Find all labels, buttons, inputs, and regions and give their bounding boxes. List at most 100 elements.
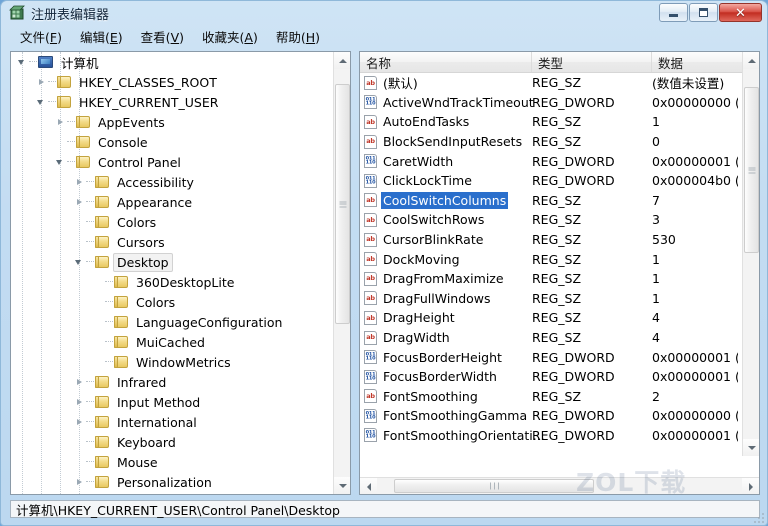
tree-item-appevents[interactable]: AppEvents: [11, 112, 333, 132]
tree-item-[interactable]: 计算机: [11, 52, 333, 72]
tree-vertical-scrollbar[interactable]: [333, 52, 350, 494]
menu-item-a[interactable]: 收藏夹(A): [193, 25, 267, 48]
tree-item-colors[interactable]: Colors: [11, 292, 333, 312]
tree-scroll-down-button[interactable]: [334, 477, 351, 494]
table-row[interactable]: abDockMovingREG_SZ1: [360, 249, 738, 269]
registry-values-list[interactable]: ab(默认)REG_SZ(数值未设置)011110ActiveWndTrackT…: [360, 73, 738, 473]
cell-type: REG_DWORD: [532, 151, 615, 171]
chevron-right-icon[interactable]: [55, 117, 66, 128]
tree-item-international[interactable]: International: [11, 412, 333, 432]
list-vertical-scrollbar[interactable]: [742, 52, 759, 456]
tree-item-accessibility[interactable]: Accessibility: [11, 172, 333, 192]
chevron-down-icon[interactable]: [17, 57, 28, 68]
tree-item-label: Cursors: [113, 233, 169, 252]
table-row[interactable]: abDragFullWindowsREG_SZ1: [360, 289, 738, 309]
table-row[interactable]: abCoolSwitchRowsREG_SZ3: [360, 210, 738, 230]
tree-item-label: Desktop: [113, 253, 173, 272]
table-row[interactable]: abFontSmoothingREG_SZ2: [360, 387, 738, 407]
chevron-down-icon[interactable]: [36, 97, 47, 108]
table-row[interactable]: 011110FontSmoothingGammaREG_DWORD0x00000…: [360, 406, 738, 426]
cell-name: 011110CaretWidth: [364, 151, 455, 171]
tree-item-input-method[interactable]: Input Method: [11, 392, 333, 412]
table-row[interactable]: abCursorBlinkRateREG_SZ530: [360, 230, 738, 250]
table-row[interactable]: abAutoEndTasksREG_SZ1: [360, 112, 738, 132]
table-row[interactable]: 011110ClickLockTimeREG_DWORD0x000004b0 (…: [360, 171, 738, 191]
list-scroll-left-button[interactable]: [360, 478, 377, 495]
tree-scroll-up-button[interactable]: [334, 52, 351, 69]
tree-scrollbar-thumb[interactable]: [335, 84, 350, 324]
tree-item-colors[interactable]: Colors: [11, 212, 333, 232]
maximize-button[interactable]: [689, 3, 718, 22]
list-scroll-right-button[interactable]: [742, 478, 759, 495]
tree-item-infrared[interactable]: Infrared: [11, 372, 333, 392]
chevron-right-icon[interactable]: [36, 77, 47, 88]
minimize-button[interactable]: [659, 3, 688, 22]
tree-item-control-panel[interactable]: Control Panel: [11, 152, 333, 172]
tree-spacer: [55, 137, 66, 148]
close-button[interactable]: ✕: [719, 3, 762, 22]
chevron-right-icon[interactable]: [74, 397, 85, 408]
tree-connector: [105, 301, 113, 303]
table-row[interactable]: abCoolSwitchColumnsREG_SZ7: [360, 191, 738, 211]
tree-item-desktop[interactable]: Desktop: [11, 252, 333, 272]
table-row[interactable]: ab(默认)REG_SZ(数值未设置): [360, 73, 738, 93]
tree-item-cursors[interactable]: Cursors: [11, 232, 333, 252]
tree-item-keyboard[interactable]: Keyboard: [11, 432, 333, 452]
reg-sz-icon: ab: [364, 252, 377, 266]
tree-connector: [105, 321, 113, 323]
table-row[interactable]: abDragWidthREG_SZ4: [360, 328, 738, 348]
status-path-text: 计算机\HKEY_CURRENT_USER\Control Panel\Desk…: [16, 500, 340, 519]
cell-data: 3: [652, 210, 660, 230]
tree-item-mouse[interactable]: Mouse: [11, 452, 333, 472]
chevron-down-icon[interactable]: [74, 257, 85, 268]
list-scroll-down-button[interactable]: [743, 439, 760, 456]
window-title: 注册表编辑器: [31, 4, 109, 23]
tree-item-personalization[interactable]: Personalization: [11, 472, 333, 492]
chevron-right-icon[interactable]: [74, 477, 85, 488]
table-row[interactable]: abDragHeightREG_SZ4: [360, 308, 738, 328]
tree-item-hkey-classes-root[interactable]: HKEY_CLASSES_ROOT: [11, 72, 333, 92]
menu-item-h[interactable]: 帮助(H): [267, 25, 329, 48]
table-row[interactable]: abBlockSendInputResetsREG_SZ0: [360, 132, 738, 152]
table-row[interactable]: 011110ActiveWndTrackTimeoutREG_DWORD0x00…: [360, 93, 738, 113]
chevron-right-icon[interactable]: [74, 197, 85, 208]
tree-item-languageconfiguration[interactable]: LanguageConfiguration: [11, 312, 333, 332]
title-bar: 注册表编辑器 ✕: [1, 1, 768, 25]
column-header-name[interactable]: 名称: [360, 52, 532, 72]
value-name: BlockSendInputResets: [381, 133, 524, 150]
tree-item-appearance[interactable]: Appearance: [11, 192, 333, 212]
resize-grip-icon[interactable]: [752, 511, 764, 523]
menu-item-e[interactable]: 编辑(E): [71, 25, 132, 48]
column-header-type[interactable]: 类型: [532, 52, 652, 72]
list-hscrollbar-thumb[interactable]: [394, 479, 594, 493]
table-row[interactable]: 011110FocusBorderWidthREG_DWORD0x0000000…: [360, 367, 738, 387]
tree-item-muicached[interactable]: MuiCached: [11, 332, 333, 352]
cell-data: 1: [652, 112, 660, 132]
registry-tree[interactable]: 计算机HKEY_CLASSES_ROOTHKEY_CURRENT_USERApp…: [11, 52, 333, 494]
table-row[interactable]: 011110FontSmoothingOrientati...REG_DWORD…: [360, 426, 738, 446]
chevron-right-icon[interactable]: [74, 177, 85, 188]
tree-item-label: Colors: [113, 213, 160, 232]
cell-data: 4: [652, 328, 660, 348]
tree-connector: [86, 201, 94, 203]
chevron-down-icon[interactable]: [55, 157, 66, 168]
tree-item-360desktoplite[interactable]: 360DesktopLite: [11, 272, 333, 292]
cell-type: REG_SZ: [532, 191, 581, 211]
chevron-right-icon[interactable]: [74, 417, 85, 428]
tree-item-console[interactable]: Console: [11, 132, 333, 152]
value-name: ActiveWndTrackTimeout: [381, 94, 536, 111]
menu-item-f[interactable]: 文件(F): [11, 25, 71, 48]
chevron-right-icon[interactable]: [74, 377, 85, 388]
table-row[interactable]: 011110CaretWidthREG_DWORD0x00000001 (1: [360, 151, 738, 171]
value-name: ClickLockTime: [381, 172, 474, 189]
table-row[interactable]: 011110FocusBorderHeightREG_DWORD0x000000…: [360, 347, 738, 367]
menu-item-v[interactable]: 查看(V): [132, 25, 193, 48]
cell-data: 0: [652, 132, 660, 152]
cell-type: REG_SZ: [532, 210, 581, 230]
list-scroll-up-button[interactable]: [743, 52, 760, 69]
tree-item-windowmetrics[interactable]: WindowMetrics: [11, 352, 333, 372]
list-scrollbar-thumb[interactable]: [744, 87, 759, 253]
list-horizontal-scrollbar[interactable]: [360, 477, 759, 494]
tree-item-hkey-current-user[interactable]: HKEY_CURRENT_USER: [11, 92, 333, 112]
table-row[interactable]: abDragFromMaximizeREG_SZ1: [360, 269, 738, 289]
